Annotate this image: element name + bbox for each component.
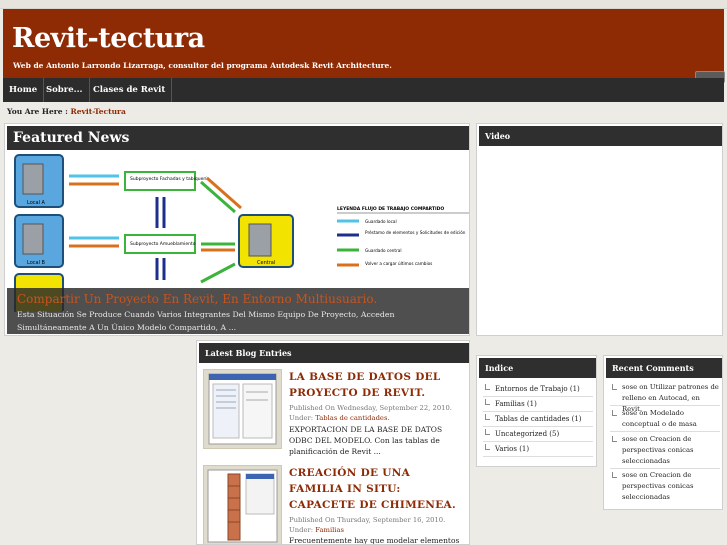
recent-comments-widget: Recent Comments sose on Utilizar patrone… xyxy=(603,355,723,510)
legend-4: Volver a cargar últimos cambios xyxy=(365,261,432,266)
entry-thumbnail[interactable] xyxy=(203,369,282,449)
comment-item[interactable]: sose on Utilizar patrones de relleno en … xyxy=(610,382,720,413)
legend-3: Guardado central xyxy=(365,248,402,253)
nav-item-home[interactable]: Home xyxy=(3,78,45,102)
category-item[interactable]: Entornos de Trabajo (1) xyxy=(483,382,593,397)
screenshot-thumbnail-icon xyxy=(208,373,277,445)
entry-meta: Published On Wednesday, September 22, 20… xyxy=(289,403,465,423)
featured-caption-title[interactable]: Compartir Un Proyecto En Revit, En Entor… xyxy=(17,292,377,306)
legend-title: LEYENDA FLUJO DE TRABAJO COMPARTIDO xyxy=(337,206,444,212)
featured-heading: Featured News xyxy=(7,126,469,150)
comment-author[interactable]: sose xyxy=(622,383,637,391)
entry-excerpt: EXPORTACION DE LA BASE DE DATOS ODBC DEL… xyxy=(289,425,443,456)
category-item[interactable]: Familias (1) xyxy=(483,397,593,412)
comment-on: on xyxy=(637,383,650,391)
entry-category[interactable]: Familias xyxy=(315,526,344,534)
box-local-a-label: Local A xyxy=(27,200,46,206)
category-item[interactable]: Uncategorized (5) xyxy=(483,427,593,442)
indice-widget: Indice Entornos de Trabajo (1) Familias … xyxy=(476,355,597,467)
entry-category[interactable]: Tablas de cantidades. xyxy=(315,414,389,422)
blog-heading: Latest Blog Entries xyxy=(199,343,469,363)
featured-caption: Compartir Un Proyecto En Revit, En Entor… xyxy=(7,288,469,334)
comment-on: on xyxy=(637,435,650,443)
main-nav: Home Sobre... Clases de Revit xyxy=(3,78,724,102)
sub1-label: Subproyecto Fachadas y tabiquería xyxy=(130,175,209,182)
entry-thumbnail[interactable] xyxy=(203,465,282,544)
entry-title[interactable]: LA BASE DE DATOS DEL PROYECTO DE REVIT. xyxy=(289,369,465,401)
nav-item-sobre[interactable]: Sobre... xyxy=(40,78,90,102)
entry-title[interactable]: CREACIÓN DE UNA FAMILIA IN SITU: CAPACET… xyxy=(289,465,465,513)
video-heading: Video xyxy=(479,126,722,146)
comment-author[interactable]: sose xyxy=(622,409,637,417)
legend-1: Guardado local xyxy=(365,219,397,224)
latest-blog-entries: Latest Blog Entries LA BASE DE DATOS DEL… xyxy=(196,340,470,545)
site-description: Web de Antonio Larrondo Lizarraga, consu… xyxy=(13,61,392,70)
video-widget: Video xyxy=(476,123,723,336)
featured-news: Featured News Local A Local B Subproyect… xyxy=(4,123,470,336)
breadcrumb-current[interactable]: Revit-Tectura xyxy=(71,107,126,116)
indice-heading: Indice xyxy=(479,358,596,378)
breadcrumb-prefix: You Are Here : xyxy=(7,107,68,116)
comment-item[interactable]: sose on Creacion de perspectivas conicas… xyxy=(610,434,720,469)
category-item[interactable]: Varios (1) xyxy=(483,442,593,457)
nav-item-clases[interactable]: Clases de Revit xyxy=(87,78,173,102)
comment-author[interactable]: sose xyxy=(622,471,637,479)
sub2-label: Subproyecto Amueblamiento xyxy=(130,241,196,247)
site-title[interactable]: Revit-tectura xyxy=(12,23,205,54)
top-strip xyxy=(0,0,727,9)
box-local-b-label: Local B xyxy=(27,260,46,266)
recent-heading: Recent Comments xyxy=(606,358,722,378)
featured-caption-text: Esta Situación Se Produce Cuando Varios … xyxy=(17,310,395,332)
legend-2: Préstamo de elementos y Solicitudes de e… xyxy=(365,230,466,235)
chimney-thumbnail-icon xyxy=(207,469,278,543)
comment-author[interactable]: sose xyxy=(622,435,637,443)
comment-on: on xyxy=(637,409,650,417)
category-item[interactable]: Tablas de cantidades (1) xyxy=(483,412,593,427)
breadcrumb: You Are Here : Revit-Tectura xyxy=(7,107,126,116)
comment-item[interactable]: sose on Creacion de perspectivas conicas… xyxy=(610,470,720,506)
comment-item[interactable]: sose on Modelado conceptual o de masa xyxy=(610,408,720,432)
box-central-label: Central xyxy=(257,260,275,266)
comment-on: on xyxy=(637,471,650,479)
entry-excerpt: Frecuentemente hay que modelar elementos xyxy=(289,536,460,545)
entry-date: Published On Thursday, September 16, 201… xyxy=(289,516,446,534)
site-header: Revit-tectura Web de Antonio Larrondo Li… xyxy=(3,9,724,78)
entry-meta: Published On Thursday, September 16, 201… xyxy=(289,515,465,535)
